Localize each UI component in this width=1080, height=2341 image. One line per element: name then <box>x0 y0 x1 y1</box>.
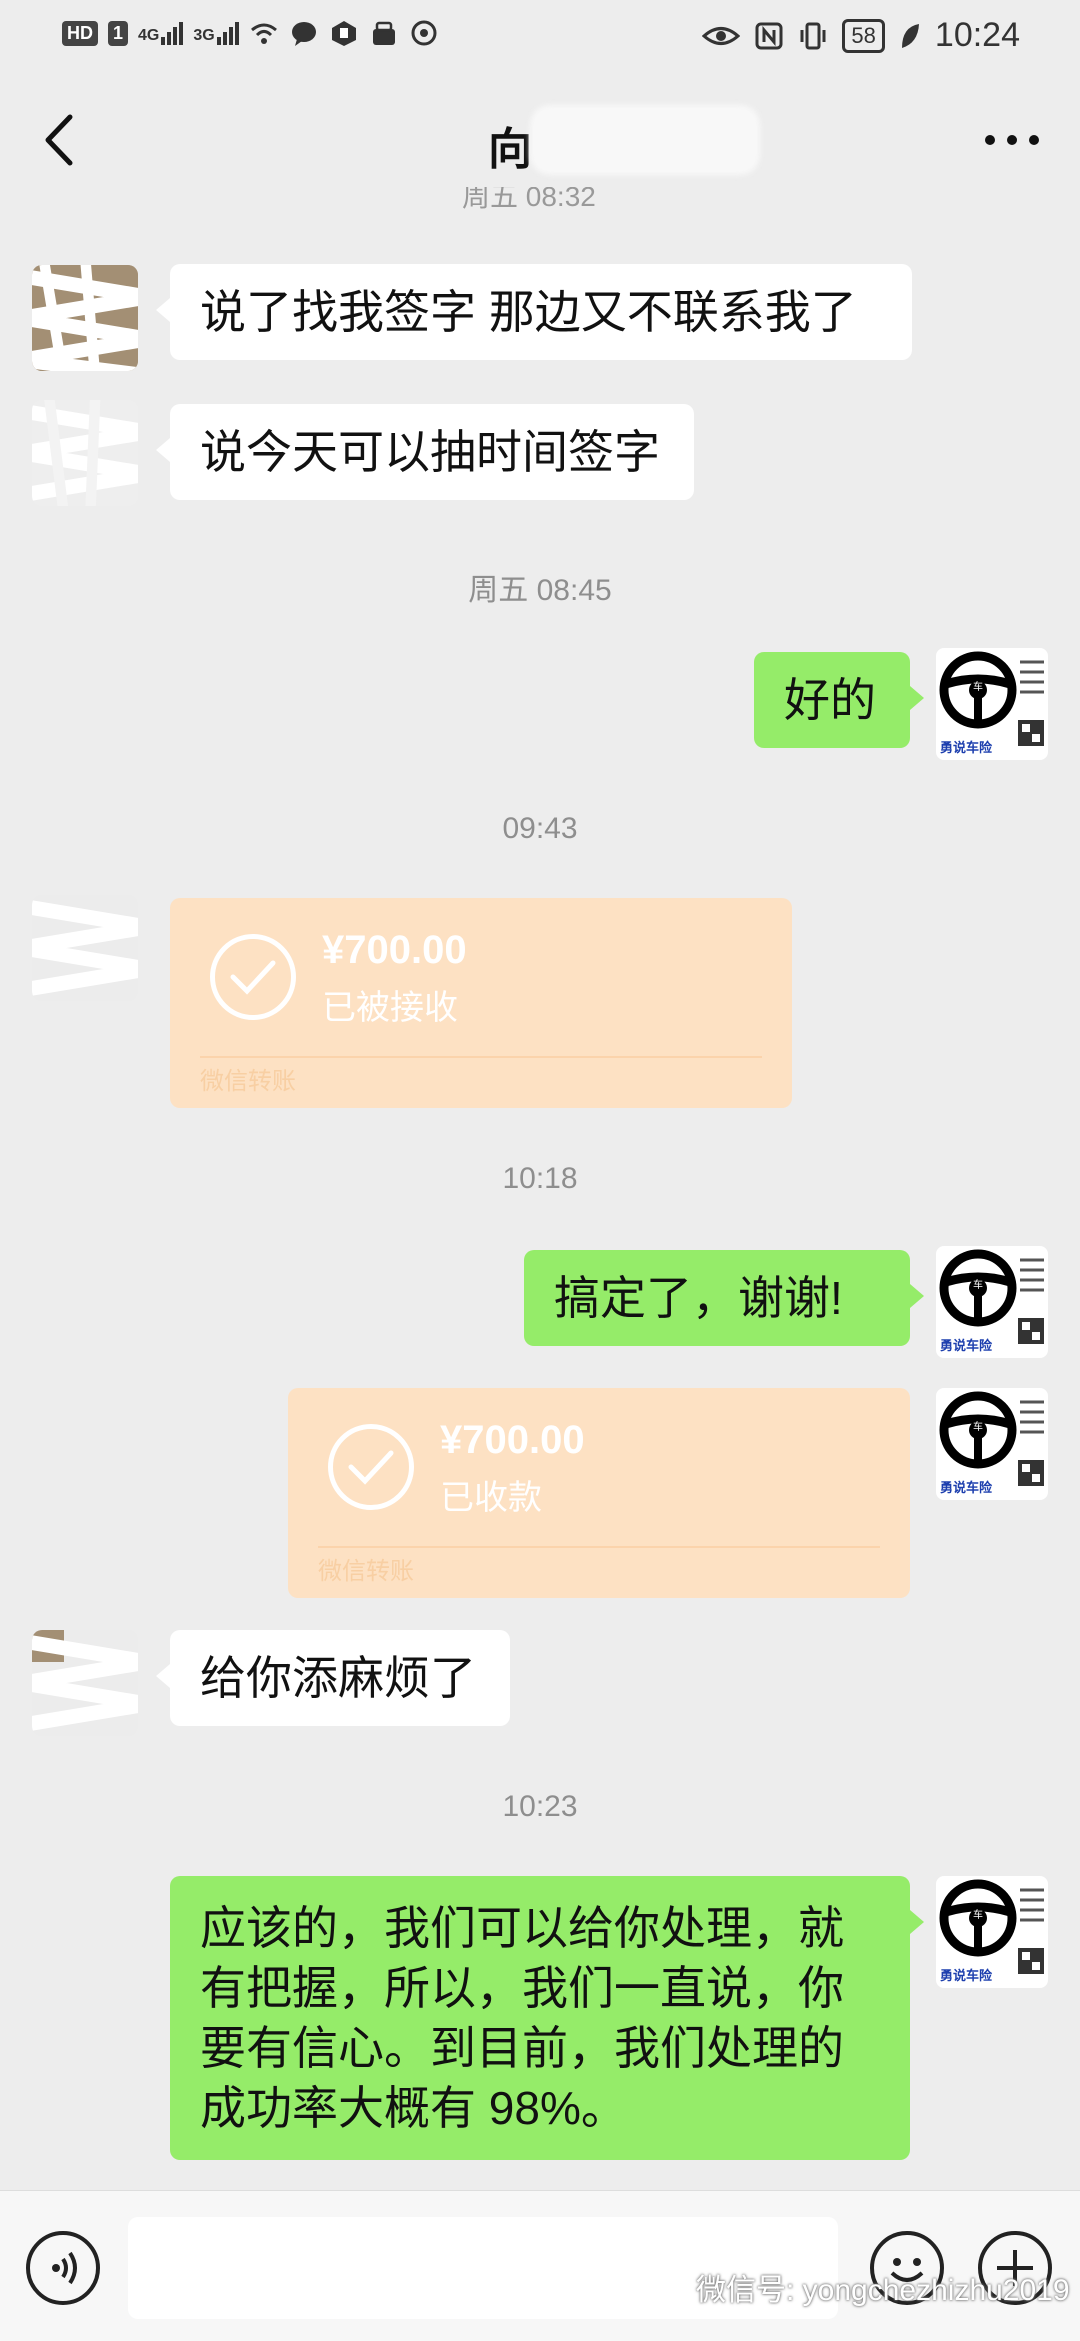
timestamp: 09:43 <box>502 812 578 845</box>
contact-avatar[interactable] <box>32 265 138 371</box>
avatar-car-char: 车 <box>973 1278 983 1291</box>
checkmark-icon <box>328 1424 414 1510</box>
transfer-amount: ¥700.00 <box>322 928 467 972</box>
hotspot-icon <box>411 20 437 46</box>
avatar-brand: 勇说车险 <box>940 1338 993 1354</box>
divider <box>318 1546 880 1548</box>
network-2-label: 3G <box>193 26 215 44</box>
divider <box>200 1056 762 1058</box>
app-notification-icon <box>331 21 356 46</box>
title-redaction <box>530 105 760 175</box>
my-avatar[interactable]: 车 勇说车险 <box>936 648 1048 760</box>
signal-1-icon: 4G <box>138 21 184 45</box>
voice-input-button[interactable] <box>26 2231 100 2305</box>
my-avatar[interactable]: 车 勇说车险 <box>936 1388 1048 1500</box>
transfer-status: 已收款 <box>440 1479 542 1517</box>
transfer-brand-label: 微信转账 <box>200 1068 296 1095</box>
message-bubble-outgoing[interactable]: 好的 <box>754 652 924 748</box>
wechat-logo-icon <box>650 2273 690 2300</box>
avatar-brand: 勇说车险 <box>940 740 993 756</box>
checkmark-icon <box>210 934 296 1020</box>
avatar-redaction <box>32 400 138 506</box>
chat-header: 向 <box>0 75 1080 205</box>
status-time: 10:24 <box>934 16 1020 54</box>
avatar-redaction <box>32 1630 138 1731</box>
status-bar: HD 1 4G 3G 58 10:24 <box>0 0 1080 75</box>
status-right: 58 10:24 <box>702 16 1020 55</box>
watermark: 微信号: yongchezhizhu2019 <box>650 2265 1070 2309</box>
sim1-badge: 1 <box>108 20 129 46</box>
wifi-icon <box>250 23 277 44</box>
timestamp: 10:18 <box>502 1162 578 1195</box>
signal-2-icon: 3G <box>193 21 239 45</box>
avatar-car-char: 车 <box>973 1420 983 1433</box>
gift-notification-icon <box>372 21 395 45</box>
transfer-card-collected[interactable]: ¥700.00 已收款 微信转账 <box>288 1388 910 1598</box>
contact-avatar[interactable] <box>32 895 138 1001</box>
status-left: HD 1 4G 3G <box>62 18 439 48</box>
hd-badge: HD <box>62 20 98 46</box>
battery-indicator: 58 <box>842 18 885 53</box>
transfer-brand-label: 微信转账 <box>318 1558 414 1585</box>
network-1-label: 4G <box>138 26 160 44</box>
message-bubble-outgoing[interactable]: 搞定了，谢谢! <box>524 1250 924 1346</box>
chat-title: 向 <box>488 125 532 174</box>
vibrate-icon <box>800 22 826 49</box>
watermark-text: 微信号: yongchezhizhu2019 <box>696 2274 1070 2307</box>
steering-wheel-logo-icon: 车 勇说车险 <box>939 1879 1044 1984</box>
contact-avatar-continued <box>32 400 138 506</box>
more-options-icon[interactable] <box>982 130 1042 150</box>
steering-wheel-logo-icon: 车 勇说车险 <box>939 1391 1044 1496</box>
back-arrow-icon[interactable] <box>30 105 90 175</box>
avatar-car-char: 车 <box>973 680 983 693</box>
my-avatar[interactable]: 车 勇说车险 <box>936 1876 1048 1988</box>
avatar-brand: 勇说车险 <box>940 1480 993 1496</box>
voice-icon <box>52 2251 77 2285</box>
contact-avatar[interactable] <box>32 1630 138 1736</box>
power-saving-leaf-icon <box>901 23 919 48</box>
avatar-car-char: 车 <box>973 1908 983 1921</box>
avatar-brand: 勇说车险 <box>940 1968 993 1984</box>
transfer-card-received[interactable]: ¥700.00 已被接收 微信转账 <box>170 898 792 1108</box>
timestamp: 10:23 <box>502 1790 578 1823</box>
my-avatar[interactable]: 车 勇说车险 <box>936 1246 1048 1358</box>
steering-wheel-logo-icon: 车 勇说车险 <box>939 1249 1044 1354</box>
message-bubble-incoming[interactable]: 说今天可以抽时间签字 <box>156 404 694 500</box>
avatar-redaction <box>32 265 138 371</box>
eye-comfort-icon <box>702 26 741 45</box>
steering-wheel-logo-icon: 车 勇说车险 <box>939 651 1044 756</box>
message-bubble-outgoing[interactable]: 应该的，我们可以给你处理，就有把握，所以，我们一直说，你要有信心。到目前，我们处… <box>170 1876 924 2160</box>
avatar-redaction <box>32 900 138 996</box>
transfer-amount: ¥700.00 <box>440 1418 585 1462</box>
message-bubble-incoming[interactable]: 说了找我签字 那边又不联系我了 <box>156 264 912 360</box>
transfer-status: 已被接收 <box>322 989 458 1027</box>
chat-notification-icon <box>291 22 316 46</box>
nfc-icon <box>755 22 783 49</box>
timestamp: 周五 08:45 <box>468 574 612 607</box>
message-bubble-incoming[interactable]: 给你添麻烦了 <box>156 1630 510 1726</box>
